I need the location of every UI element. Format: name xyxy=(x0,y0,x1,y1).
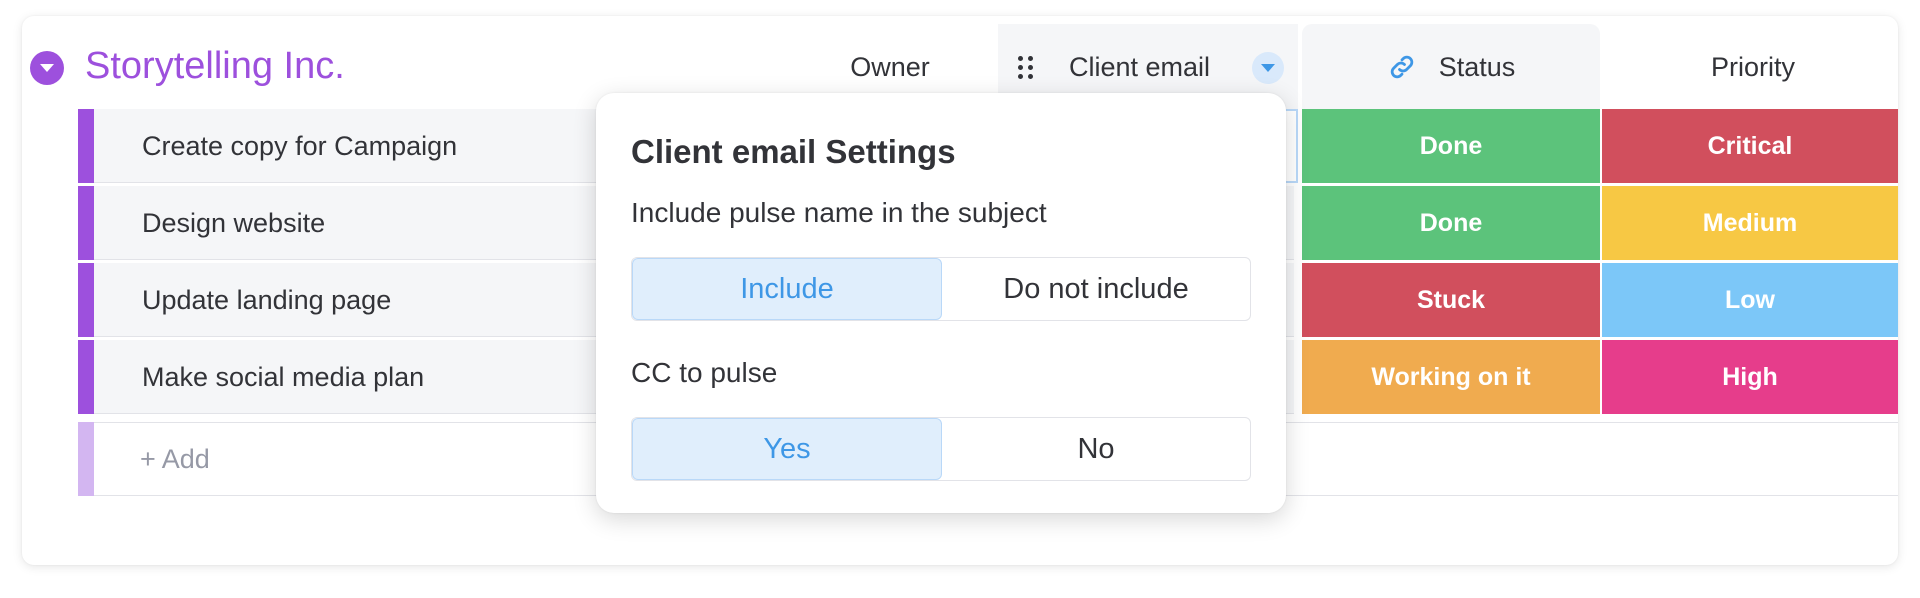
client-email-cell-edge xyxy=(1286,109,1298,183)
no-option[interactable]: No xyxy=(942,418,1250,480)
column-header-status[interactable]: Status xyxy=(1302,24,1600,110)
column-priority-label: Priority xyxy=(1710,51,1795,82)
do-not-include-option[interactable]: Do not include xyxy=(942,258,1250,320)
cc-setting-label: CC to pulse xyxy=(631,357,778,388)
item-name: Design website xyxy=(142,208,326,238)
item-name: Update landing page xyxy=(142,285,392,315)
row-color-stripe xyxy=(78,340,94,414)
subject-setting-label: Include pulse name in the subject xyxy=(631,197,1047,228)
link-icon xyxy=(1387,52,1417,82)
drag-handle-icon[interactable] xyxy=(1018,55,1033,79)
status-cell[interactable]: Done xyxy=(1302,186,1600,260)
group-title[interactable]: Storytelling Inc. xyxy=(85,44,345,88)
priority-cell[interactable]: High xyxy=(1602,340,1898,414)
include-option[interactable]: Include xyxy=(632,258,942,320)
column-client-email-label: Client email xyxy=(1069,51,1211,82)
status-cell[interactable]: Done xyxy=(1302,109,1600,183)
cc-toggle: Yes No xyxy=(631,417,1251,481)
add-item-button[interactable]: + Add xyxy=(140,422,210,496)
priority-cell[interactable]: Low xyxy=(1602,263,1898,337)
row-color-stripe xyxy=(78,186,94,260)
priority-cell[interactable]: Critical xyxy=(1602,109,1898,183)
row-color-stripe xyxy=(78,263,94,337)
chevron-down-icon[interactable] xyxy=(30,51,64,85)
column-settings-popover: Client email Settings Include pulse name… xyxy=(596,93,1286,513)
row-color-stripe xyxy=(78,109,94,183)
column-status-label: Status xyxy=(1438,51,1516,82)
yes-option[interactable]: Yes xyxy=(632,418,942,480)
status-cell[interactable]: Working on it xyxy=(1302,340,1600,414)
popover-title: Client email Settings xyxy=(631,133,956,170)
priority-cell[interactable]: Medium xyxy=(1602,186,1898,260)
item-name: Make social media plan xyxy=(142,362,425,392)
add-row-stripe xyxy=(78,422,94,496)
column-owner-label: Owner xyxy=(850,51,930,82)
column-header-priority[interactable]: Priority xyxy=(1602,24,1904,110)
status-cell[interactable]: Stuck xyxy=(1302,263,1600,337)
caret-down-icon[interactable] xyxy=(1252,52,1284,84)
subject-toggle: Include Do not include xyxy=(631,257,1251,321)
item-name: Create copy for Campaign xyxy=(142,131,458,161)
